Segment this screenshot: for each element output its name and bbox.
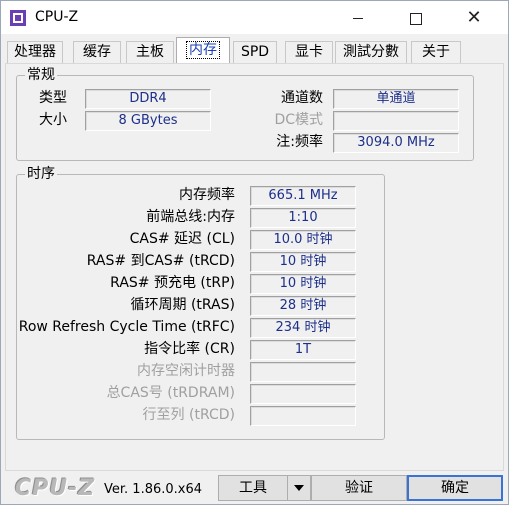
- tab-memory[interactable]: 内存: [176, 37, 230, 63]
- tab-bench[interactable]: 測試分數: [335, 41, 407, 63]
- size-value: 8 GBytes: [85, 111, 211, 131]
- timing-value: [250, 406, 356, 426]
- ok-button[interactable]: 确定: [407, 475, 503, 501]
- validate-button[interactable]: 验证: [311, 475, 407, 501]
- timing-value: [250, 384, 356, 404]
- nb-frequency-label: 注:频率: [276, 134, 323, 150]
- timing-label: 前端总线:内存: [146, 209, 235, 225]
- tools-dropdown-arrow-icon[interactable]: [287, 475, 311, 501]
- general-group: 常规 类型 DDR4 大小 8 GBytes 通道数 单通道 DC模式 注:频率…: [16, 67, 474, 161]
- timing-label: 循环周期 (tRAS): [130, 297, 236, 313]
- type-value: DDR4: [85, 89, 211, 109]
- channels-label: 通道数: [281, 90, 323, 106]
- timing-value: 10 时钟: [250, 252, 356, 272]
- timing-label: 行至列 (tRCD): [142, 407, 235, 423]
- minimize-icon: [353, 18, 363, 19]
- tab-cpu[interactable]: 处理器: [7, 41, 63, 63]
- maximize-button[interactable]: [393, 1, 439, 34]
- dc-mode-value: [333, 111, 459, 131]
- tab-graphics[interactable]: 显卡: [285, 41, 333, 63]
- title-bar: CPU-Z ✕: [1, 1, 508, 34]
- tools-button[interactable]: 工具: [218, 475, 288, 501]
- cpuz-window: CPU-Z ✕ 处理器 缓存 主板 内存 SPD 显卡 測試分數 关于 常规 类…: [0, 0, 509, 505]
- timing-label: 内存空闲计时器: [137, 363, 235, 379]
- type-label: 类型: [39, 90, 67, 106]
- timing-value: 665.1 MHz: [250, 186, 356, 206]
- timing-label: Row Refresh Cycle Time (tRFC): [18, 319, 235, 335]
- timing-value: 1T: [250, 340, 356, 360]
- maximize-icon: [410, 12, 422, 25]
- nb-frequency-value: 3094.0 MHz: [333, 133, 459, 153]
- timing-value: 10 时钟: [250, 274, 356, 294]
- timing-value: [250, 362, 356, 382]
- minimize-button[interactable]: [335, 1, 381, 34]
- timing-value: 234 时钟: [250, 318, 356, 338]
- tab-caches[interactable]: 缓存: [73, 41, 121, 63]
- timing-label: CAS# 延迟 (CL): [129, 231, 235, 247]
- timing-label: 指令比率 (CR): [144, 341, 235, 357]
- dc-mode-label: DC模式: [274, 112, 323, 128]
- tab-bar: 处理器 缓存 主板 内存 SPD 显卡 測試分數 关于: [1, 37, 508, 65]
- tab-about[interactable]: 关于: [411, 41, 461, 63]
- cpuz-app-icon: [10, 10, 26, 26]
- bottom-bar: CPU-Z Ver. 1.86.0.x64 工具 验证 确定: [1, 473, 508, 504]
- cpuz-logo: CPU-Z: [15, 476, 96, 501]
- timings-group-title: 时序: [25, 166, 57, 182]
- timing-label: 内存频率: [179, 187, 235, 203]
- timing-label: RAS# 预充电 (tRP): [110, 275, 235, 291]
- timings-group: 时序 内存频率 665.1 MHz 前端总线:内存 1:10 CAS# 延迟 (…: [16, 166, 385, 440]
- size-label: 大小: [39, 112, 67, 128]
- general-group-title: 常规: [25, 67, 57, 83]
- close-icon: ✕: [466, 7, 482, 28]
- timing-value: 10.0 时钟: [250, 230, 356, 250]
- timing-value: 1:10: [250, 208, 356, 228]
- timing-value: 28 时钟: [250, 296, 356, 316]
- close-button[interactable]: ✕: [451, 1, 497, 34]
- version-label: Ver. 1.86.0.x64: [104, 482, 203, 497]
- channels-value: 单通道: [333, 89, 459, 109]
- tab-mainboard[interactable]: 主板: [126, 41, 174, 63]
- tab-spd[interactable]: SPD: [233, 41, 277, 63]
- window-title: CPU-Z: [35, 9, 79, 25]
- memory-panel: 常规 类型 DDR4 大小 8 GBytes 通道数 单通道 DC模式 注:频率…: [5, 63, 504, 471]
- timing-label: 总CAS号 (tRDRAM): [106, 385, 235, 401]
- timing-label: RAS# 到CAS# (tRCD): [86, 253, 235, 269]
